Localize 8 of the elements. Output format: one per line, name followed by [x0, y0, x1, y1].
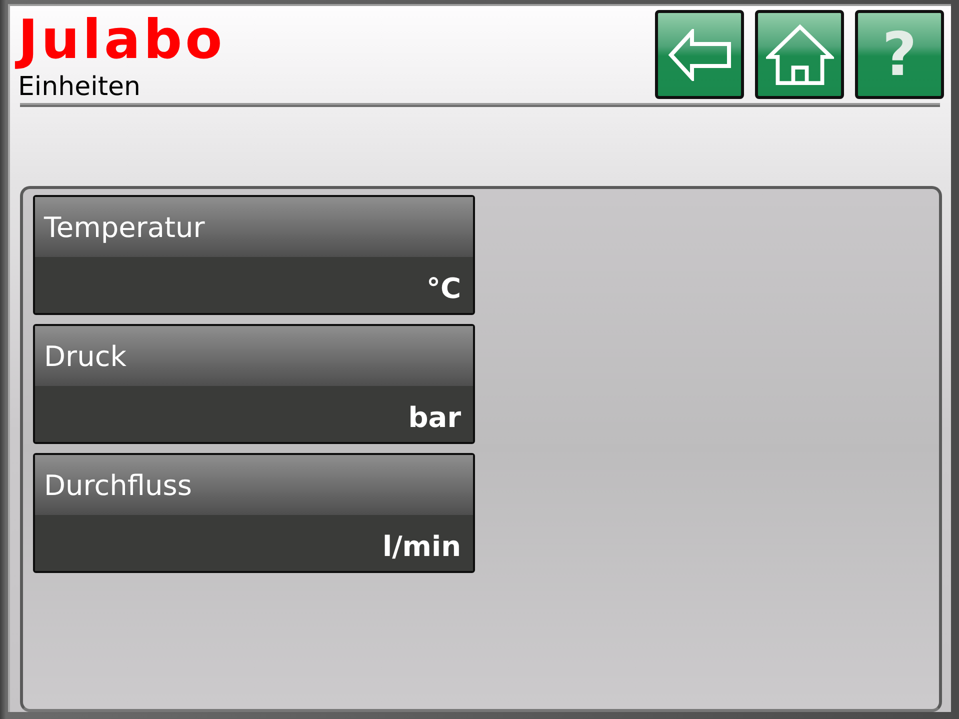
house-icon: [766, 24, 834, 86]
unit-setting-button[interactable]: Durchfluss l/min: [33, 453, 475, 573]
back-button[interactable]: [655, 10, 744, 99]
unit-setting-button[interactable]: Druck bar: [33, 324, 475, 444]
page-title: Einheiten: [18, 72, 140, 102]
unit-setting-button[interactable]: Temperatur °C: [33, 195, 475, 315]
left-arrow-icon: [668, 28, 732, 80]
home-button[interactable]: [755, 10, 844, 99]
